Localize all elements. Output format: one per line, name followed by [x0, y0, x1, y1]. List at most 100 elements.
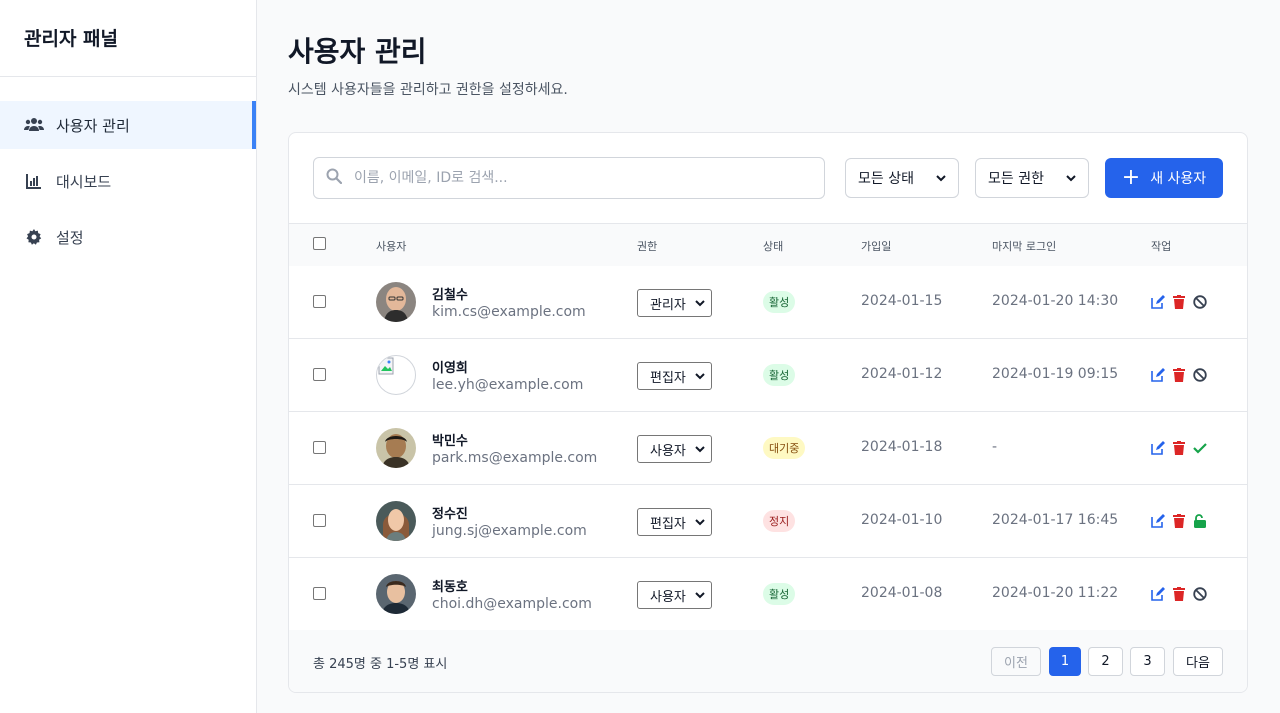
role-filter-value: 모든 권한 — [988, 171, 1044, 187]
joined-date: 2024-01-12 — [861, 366, 943, 382]
role-select[interactable]: 편집자 — [637, 508, 712, 536]
status-badge: 정지 — [763, 510, 796, 532]
edit-icon[interactable] — [1151, 586, 1165, 602]
role-value: 사용자 — [650, 589, 686, 605]
role-value: 관리자 — [650, 297, 686, 313]
table-footer: 총 245명 중 1-5명 표시 이전 1 2 3 다음 — [289, 630, 1247, 692]
table-row: 박민수 park.ms@example.com 사용자 대기중 2024-01-… — [289, 412, 1247, 485]
new-user-button[interactable]: + 새 사용자 — [1105, 158, 1223, 198]
table-row: 최동호 choi.dh@example.com 사용자 활성 2024-01-0… — [289, 558, 1247, 631]
avatar — [376, 574, 416, 614]
avatar — [376, 355, 416, 395]
role-select[interactable]: 사용자 — [637, 581, 712, 609]
user-email: park.ms@example.com — [432, 450, 598, 466]
page-title: 사용자 관리 — [288, 35, 427, 68]
user-name: 이영희 — [432, 361, 468, 376]
ban-icon[interactable] — [1193, 367, 1207, 383]
role-select[interactable]: 관리자 — [637, 289, 712, 317]
sidebar: 관리자 패널 사용자 관리 대시보드 설정 — [0, 0, 257, 713]
chevron-down-icon — [936, 170, 946, 186]
chevron-down-icon — [695, 369, 705, 387]
table-header: 사용자 권한 상태 가입일 마지막 로그인 작업 — [289, 224, 1247, 266]
avatar — [376, 282, 416, 322]
users-card: 모든 상태 모든 권한 + 새 사용자 사용자 권한 상태 가입일 마지막 로그… — [288, 132, 1248, 693]
chevron-down-icon — [1066, 170, 1076, 186]
row-checkbox[interactable] — [313, 295, 326, 308]
page-button-1[interactable]: 1 — [1049, 647, 1081, 676]
role-value: 사용자 — [650, 443, 686, 459]
edit-icon[interactable] — [1151, 513, 1165, 529]
column-header-user: 사용자 — [376, 240, 407, 253]
user-email: jung.sj@example.com — [432, 523, 587, 539]
ban-icon[interactable] — [1193, 586, 1207, 602]
page-button-3[interactable]: 3 — [1130, 647, 1165, 676]
edit-icon[interactable] — [1151, 294, 1165, 310]
joined-date: 2024-01-15 — [861, 293, 943, 309]
sidebar-item-users[interactable]: 사용자 관리 — [0, 101, 256, 149]
column-header-actions: 작업 — [1151, 240, 1172, 253]
chart-icon — [24, 171, 44, 191]
last-login: 2024-01-17 16:45 — [992, 512, 1119, 528]
status-badge: 활성 — [763, 364, 796, 386]
main-content: 사용자 관리 시스템 사용자들을 관리하고 권한을 설정하세요. 모든 상태 모… — [257, 0, 1280, 713]
delete-icon[interactable] — [1172, 440, 1186, 456]
table-row: 김철수 kim.cs@example.com 관리자 활성 2024-01-15… — [289, 266, 1247, 339]
page-button-2[interactable]: 2 — [1088, 647, 1123, 676]
column-header-joined: 가입일 — [861, 240, 892, 253]
delete-icon[interactable] — [1172, 586, 1186, 602]
sidebar-item-dashboard[interactable]: 대시보드 — [0, 157, 256, 205]
chevron-down-icon — [695, 588, 705, 606]
role-select[interactable]: 편집자 — [637, 362, 712, 390]
column-header-role: 권한 — [637, 240, 658, 253]
user-name: 김철수 — [432, 288, 468, 303]
edit-icon[interactable] — [1151, 440, 1165, 456]
edit-icon[interactable] — [1151, 367, 1165, 383]
status-badge: 활성 — [763, 583, 796, 605]
row-actions — [1151, 586, 1214, 602]
sidebar-nav: 사용자 관리 대시보드 설정 — [0, 77, 256, 261]
last-login: - — [992, 439, 998, 455]
search-input[interactable] — [354, 170, 794, 186]
user-email: kim.cs@example.com — [432, 304, 586, 320]
row-checkbox[interactable] — [313, 514, 326, 527]
user-name: 박민수 — [432, 434, 468, 449]
delete-icon[interactable] — [1172, 294, 1186, 310]
user-name: 정수진 — [432, 507, 468, 522]
status-badge: 활성 — [763, 291, 796, 313]
role-select[interactable]: 사용자 — [637, 435, 712, 463]
sidebar-item-label: 사용자 관리 — [56, 116, 130, 135]
row-actions — [1151, 294, 1214, 310]
sidebar-item-label: 설정 — [56, 228, 84, 247]
select-all-checkbox[interactable] — [313, 237, 326, 250]
column-header-last-login: 마지막 로그인 — [992, 240, 1057, 253]
check-icon[interactable] — [1193, 440, 1207, 456]
new-user-label: 새 사용자 — [1150, 171, 1207, 187]
next-page-button[interactable]: 다음 — [1173, 647, 1223, 676]
toolbar: 모든 상태 모든 권한 + 새 사용자 — [289, 133, 1247, 224]
sidebar-item-settings[interactable]: 설정 — [0, 213, 256, 261]
avatar — [376, 501, 416, 541]
unlock-icon[interactable] — [1193, 513, 1207, 529]
prev-page-button[interactable]: 이전 — [991, 647, 1041, 676]
table-body: 김철수 kim.cs@example.com 관리자 활성 2024-01-15… — [289, 266, 1247, 631]
joined-date: 2024-01-10 — [861, 512, 943, 528]
delete-icon[interactable] — [1172, 367, 1186, 383]
chevron-down-icon — [695, 515, 705, 533]
role-filter-select[interactable]: 모든 권한 — [975, 158, 1089, 198]
ban-icon[interactable] — [1193, 294, 1207, 310]
status-filter-value: 모든 상태 — [858, 171, 914, 187]
joined-date: 2024-01-08 — [861, 585, 943, 601]
search-box[interactable] — [313, 157, 825, 199]
status-filter-select[interactable]: 모든 상태 — [845, 158, 959, 198]
chevron-down-icon — [695, 442, 705, 460]
row-checkbox[interactable] — [313, 587, 326, 600]
row-checkbox[interactable] — [313, 368, 326, 381]
joined-date: 2024-01-18 — [861, 439, 943, 455]
delete-icon[interactable] — [1172, 513, 1186, 529]
row-actions — [1151, 513, 1214, 529]
user-name: 최동호 — [432, 580, 468, 595]
sidebar-title: 관리자 패널 — [0, 0, 256, 77]
user-email: lee.yh@example.com — [432, 377, 584, 393]
role-value: 편집자 — [650, 516, 686, 532]
row-checkbox[interactable] — [313, 441, 326, 454]
